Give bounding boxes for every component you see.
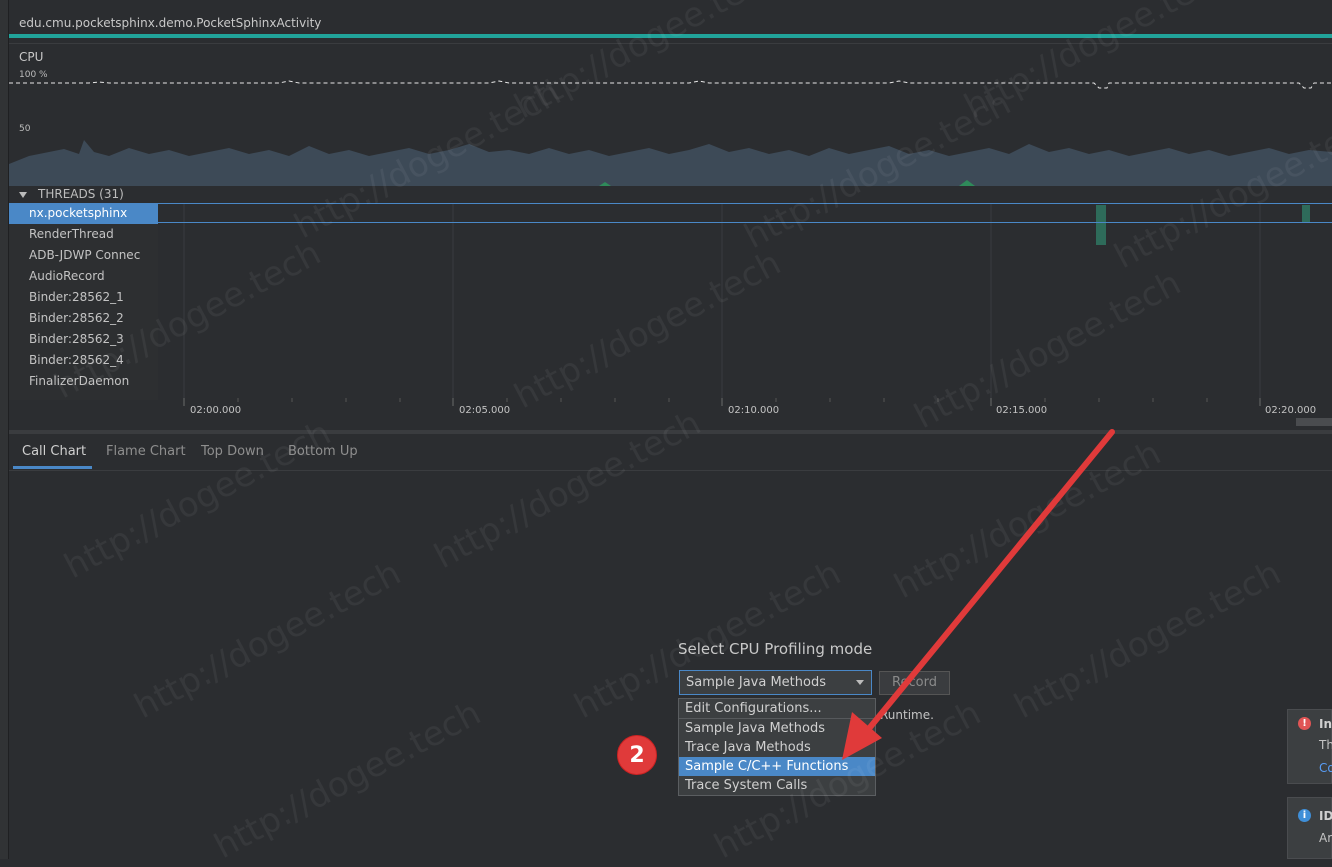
step-number-badge: 2 (617, 735, 657, 775)
annotation-arrow (842, 429, 1115, 760)
